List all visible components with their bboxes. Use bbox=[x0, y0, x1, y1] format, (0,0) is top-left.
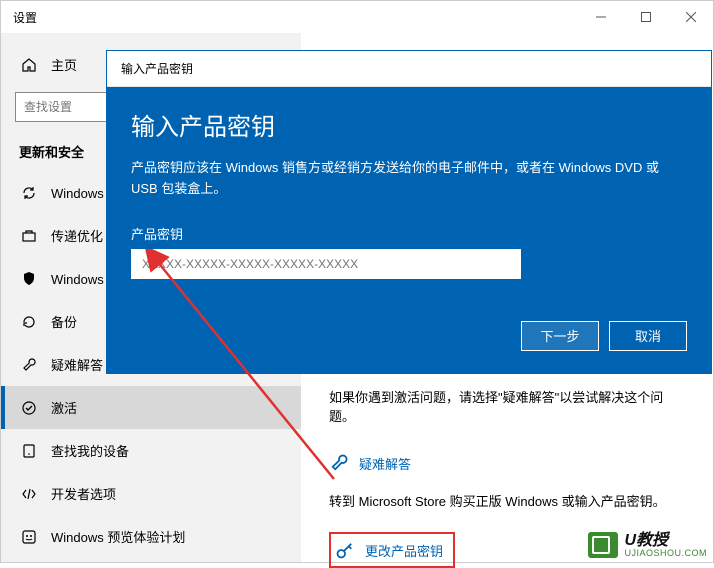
find-device-icon bbox=[21, 443, 37, 459]
minimize-button[interactable] bbox=[578, 1, 623, 33]
sidebar-item-label: 传递优化 bbox=[51, 226, 103, 245]
key-icon bbox=[335, 540, 355, 560]
sidebar-item-label: 开发者选项 bbox=[51, 484, 116, 503]
watermark-url: UJIAOSHOU.COM bbox=[624, 549, 707, 558]
troubleshoot-label: 疑难解答 bbox=[359, 454, 411, 473]
sidebar-item-insider[interactable]: Windows 预览体验计划 bbox=[1, 515, 301, 558]
next-button[interactable]: 下一步 bbox=[521, 321, 599, 351]
change-key-label: 更改产品密钥 bbox=[365, 541, 443, 560]
check-icon bbox=[21, 400, 37, 416]
wrench-icon bbox=[21, 357, 37, 373]
dialog-heading: 输入产品密钥 bbox=[131, 107, 687, 142]
dialog-description: 产品密钥应该在 Windows 销售方或经销方发送给你的电子邮件中，或者在 Wi… bbox=[131, 158, 687, 200]
close-button[interactable] bbox=[668, 1, 713, 33]
window-controls bbox=[578, 1, 713, 33]
insider-icon bbox=[21, 529, 37, 545]
sidebar-item-developer[interactable]: 开发者选项 bbox=[1, 472, 301, 515]
delivery-icon bbox=[21, 228, 37, 244]
developer-icon bbox=[21, 486, 37, 502]
sidebar-item-activation[interactable]: 激活 bbox=[1, 386, 301, 429]
window-titlebar: 设置 bbox=[1, 1, 713, 33]
info-text: 转到 Microsoft Store 购买正版 Windows 或输入产品密钥。 bbox=[329, 491, 685, 510]
troubleshoot-link[interactable]: 疑难解答 bbox=[329, 453, 685, 473]
field-label: 产品密钥 bbox=[131, 224, 687, 243]
change-key-link[interactable]: 更改产品密钥 bbox=[335, 540, 443, 560]
maximize-button[interactable] bbox=[623, 1, 668, 33]
sidebar-item-label: 备份 bbox=[51, 312, 77, 331]
window-title: 设置 bbox=[13, 9, 37, 26]
wrench-icon bbox=[329, 453, 349, 473]
watermark-brand: U教授 bbox=[624, 533, 707, 549]
helper-text: 如果你遇到激活问题，请选择"疑难解答"以尝试解决这个问题。 bbox=[329, 387, 685, 425]
sidebar-item-label: 查找我的设备 bbox=[51, 441, 129, 460]
watermark: U教授 UJIAOSHOU.COM bbox=[588, 532, 707, 558]
dialog-titlebar: 输入产品密钥 bbox=[107, 51, 711, 87]
sidebar-item-label: Windows 预览体验计划 bbox=[51, 527, 185, 546]
watermark-badge-icon bbox=[588, 532, 618, 558]
sync-icon bbox=[21, 185, 37, 201]
sidebar-item-label: 激活 bbox=[51, 398, 77, 417]
sidebar-item-label: 疑难解答 bbox=[51, 355, 103, 374]
cancel-button[interactable]: 取消 bbox=[609, 321, 687, 351]
backup-icon bbox=[21, 314, 37, 330]
sidebar-item-find-my-device[interactable]: 查找我的设备 bbox=[1, 429, 301, 472]
product-key-dialog: 输入产品密钥 输入产品密钥 产品密钥应该在 Windows 销售方或经销方发送给… bbox=[106, 50, 712, 374]
shield-icon bbox=[21, 271, 37, 287]
product-key-input[interactable] bbox=[131, 249, 521, 279]
home-icon bbox=[21, 57, 37, 73]
sidebar-home-label: 主页 bbox=[51, 55, 77, 74]
dialog-title: 输入产品密钥 bbox=[121, 60, 193, 77]
